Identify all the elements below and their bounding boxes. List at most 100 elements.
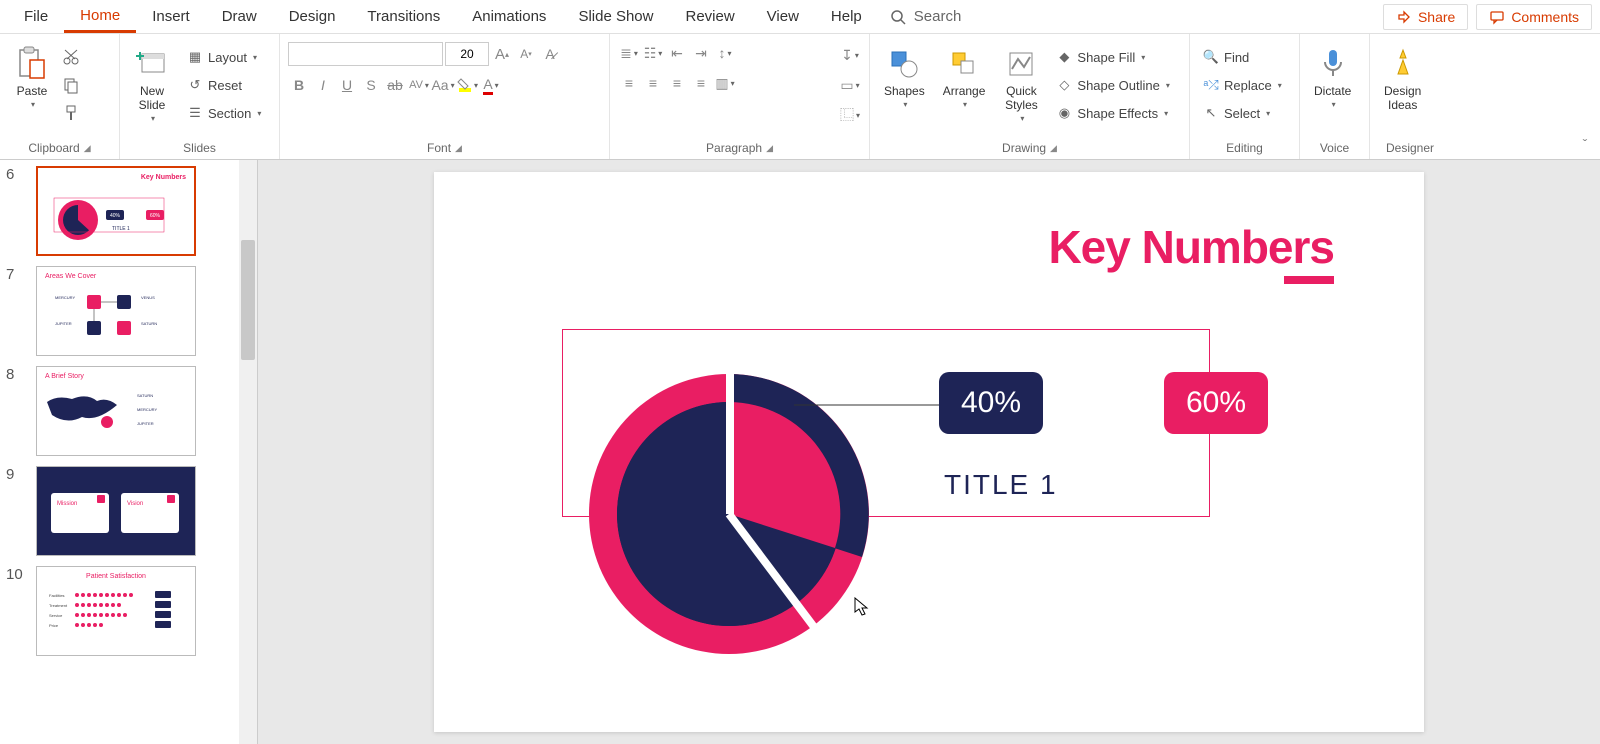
scroll-thumb[interactable] [241,240,255,360]
align-text-button[interactable]: ▭▾ [839,74,861,96]
shape-effects-button[interactable]: ◉Shape Effects▾ [1051,102,1173,124]
main-area: 6 Key Numbers 40% 60% TITLE 1 7 Areas We… [0,160,1600,744]
layout-icon: ▦ [186,48,204,66]
new-slide-button[interactable]: New Slide ▾ [128,42,176,127]
text-direction-button[interactable]: ↧▾ [839,44,861,66]
line-spacing-button[interactable]: ↕▾ [714,42,736,64]
group-designer: Design Ideas Designer [1370,34,1450,159]
align-right-button[interactable]: ≡ [666,72,688,94]
menu-slideshow[interactable]: Slide Show [562,2,669,31]
replace-button[interactable]: ᵃ⤮Replace▾ [1198,74,1286,96]
bullets-button[interactable]: ≣▾ [618,42,640,64]
menu-transitions[interactable]: Transitions [351,2,456,31]
thumbnail-scrollbar[interactable] [239,160,257,744]
badge-40[interactable]: 40% [939,372,1043,434]
paste-button[interactable]: Paste ▾ [8,42,56,113]
italic-button[interactable]: I [312,74,334,96]
decrease-indent-button[interactable]: ⇤ [666,42,688,64]
strikethrough-button[interactable]: ab [384,74,406,96]
thumbnail-6[interactable]: 6 Key Numbers 40% 60% TITLE 1 [0,160,257,260]
menu-view[interactable]: View [751,2,815,31]
design-ideas-icon [1385,46,1421,82]
thumb-number: 10 [6,566,30,583]
bold-button[interactable]: B [288,74,310,96]
increase-indent-button[interactable]: ⇥ [690,42,712,64]
thumbnail-9[interactable]: 9 MissionVision [0,460,257,560]
section-label: Section [208,106,251,121]
dialog-launcher-icon[interactable]: ◢ [1050,143,1057,154]
dictate-button[interactable]: Dictate▾ [1308,42,1357,113]
underline-button[interactable]: U [336,74,358,96]
drawing-group-label: Drawing [1002,141,1046,155]
svg-text:SATURN: SATURN [141,321,157,326]
copy-button[interactable] [62,76,80,94]
thumbnail-10[interactable]: 10 Patient Satisfaction FacilitiesTreatm… [0,560,257,660]
comments-button[interactable]: Comments [1476,4,1592,30]
layout-button[interactable]: ▦Layout▾ [182,46,265,68]
menu-insert[interactable]: Insert [136,2,206,31]
thumb-preview: Key Numbers 40% 60% TITLE 1 [36,166,196,256]
change-case-button[interactable]: Aa▾ [432,74,454,96]
decrease-font-button[interactable]: A▾ [515,43,537,65]
menu-home[interactable]: Home [64,1,136,33]
align-center-button[interactable]: ≡ [642,72,664,94]
svg-text:SATURN: SATURN [137,393,153,398]
justify-button[interactable]: ≡ [690,72,712,94]
dialog-launcher-icon[interactable]: ◢ [455,143,462,154]
columns-button[interactable]: ▥▾ [714,72,736,94]
collapse-ribbon-button[interactable]: ˇ [1574,133,1596,155]
clear-formatting-button[interactable]: A̷ [539,43,561,65]
menu-review[interactable]: Review [669,2,750,31]
section-button[interactable]: ☰Section▾ [182,102,265,124]
svg-text:Price: Price [49,623,59,628]
thumb-preview: A Brief Story SATURN MERCURY JUPITER [36,366,196,456]
char-spacing-button[interactable]: AV▾ [408,74,430,96]
menu-help[interactable]: Help [815,2,878,31]
replace-label: Replace [1224,78,1272,93]
thumb-preview: Patient Satisfaction FacilitiesTreatment… [36,566,196,656]
arrange-button[interactable]: Arrange▾ [937,42,992,113]
font-color-button[interactable]: A▾ [480,74,502,96]
smartart-button[interactable]: ⿺▾ [839,104,861,126]
increase-font-button[interactable]: A▴ [491,43,513,65]
menu-bar: File Home Insert Draw Design Transitions… [0,0,1600,34]
design-ideas-button[interactable]: Design Ideas [1378,42,1427,116]
shadow-button[interactable]: S [360,74,382,96]
svg-text:Mission: Mission [57,501,77,507]
badge-60[interactable]: 60% [1164,372,1268,434]
cursor-icon [854,597,870,617]
ribbon: Paste ▾ Clipboard◢ New Slide ▾ ▦Layout▾ … [0,34,1600,160]
svg-text:JUPITER: JUPITER [55,321,72,326]
dialog-launcher-icon[interactable]: ◢ [84,143,91,154]
format-painter-button[interactable] [62,104,80,122]
select-button[interactable]: ↖Select▾ [1198,102,1286,124]
chart-subtitle[interactable]: TITLE 1 [944,469,1058,501]
svg-text:Facilities: Facilities [49,593,65,598]
find-button[interactable]: 🔍Find [1198,46,1286,68]
svg-text:Vision: Vision [127,501,143,507]
thumbnail-7[interactable]: 7 Areas We Cover MERCURYVENUS JUPITERSAT… [0,260,257,360]
shape-fill-label: Shape Fill [1077,50,1135,65]
dialog-launcher-icon[interactable]: ◢ [766,143,773,154]
thumbnail-8[interactable]: 8 A Brief Story SATURN MERCURY JUPITER [0,360,257,460]
menu-draw[interactable]: Draw [206,2,273,31]
menu-design[interactable]: Design [273,2,352,31]
shape-fill-button[interactable]: ◆Shape Fill▾ [1051,46,1173,68]
font-family-select[interactable] [288,42,443,66]
highlight-button[interactable]: ▾ [456,74,478,96]
slide-canvas[interactable]: Key Numbers 40% [434,172,1424,732]
search-box[interactable]: Search [878,8,974,25]
share-button[interactable]: Share [1383,4,1468,30]
shapes-button[interactable]: Shapes▾ [878,42,931,113]
shape-outline-button[interactable]: ◇Shape Outline▾ [1051,74,1173,96]
font-size-select[interactable] [445,42,489,66]
numbering-button[interactable]: ☷▾ [642,42,664,64]
menu-file[interactable]: File [8,2,64,31]
quick-styles-icon [1003,46,1039,82]
cut-button[interactable] [62,48,80,66]
quick-styles-button[interactable]: Quick Styles▾ [997,42,1045,127]
reset-button[interactable]: ↺Reset [182,74,265,96]
effects-icon: ◉ [1055,104,1073,122]
menu-animations[interactable]: Animations [456,2,562,31]
align-left-button[interactable]: ≡ [618,72,640,94]
